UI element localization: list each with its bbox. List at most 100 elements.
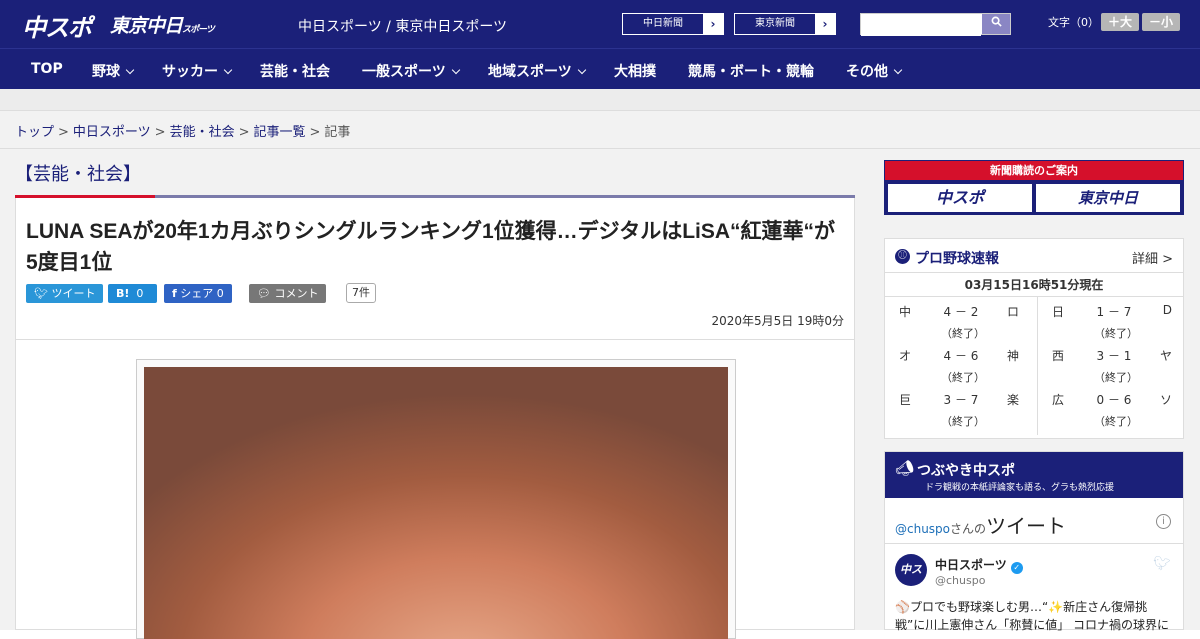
nav-local-sports[interactable]: 地域スポーツ (488, 61, 586, 81)
hatena-icon: B! (116, 287, 130, 300)
tweets-box: 📣︎ つぶやき中スポ ドラ観戦の本紙評論家も語る、グラも熱烈応援 @chuspo… (884, 451, 1184, 632)
home-team: 日 (1052, 305, 1065, 319)
baseball-scores-box: ⚾︎ プロ野球速報 詳細 > 03月15日16時51分現在 中 4 － 2 ロ （終了… (884, 238, 1184, 439)
home-team: オ (899, 349, 912, 363)
game-status: （終了） (1094, 415, 1138, 428)
chevron-down-icon (223, 65, 233, 75)
nav-label: 地域スポーツ (488, 64, 572, 80)
search-box (860, 13, 1011, 36)
comment-button[interactable]: 💬︎ コメント (249, 284, 327, 303)
comment-count[interactable]: 7件 (346, 283, 376, 303)
search-icon[interactable] (982, 14, 1010, 34)
game-score: 3 － 7 (943, 393, 979, 407)
breadcrumb-bar: トップ > 中日スポーツ > 芸能・社会 > 記事一覧 > 記事 (0, 111, 1200, 149)
away-team: ロ (1006, 305, 1019, 319)
nav-label: 競馬・ボート・競輪 (688, 64, 814, 80)
chunichi-shimbun-button[interactable]: 中日新聞 › (622, 13, 724, 35)
home-team: 広 (1052, 393, 1065, 407)
game-row[interactable]: 中 4 － 2 ロ （終了） (885, 297, 1035, 341)
subscribe-tokyo-button[interactable]: 東京中日 (1036, 184, 1180, 212)
font-smaller-button[interactable]: －小 (1142, 13, 1180, 31)
nav-top[interactable]: TOP (31, 61, 63, 77)
breadcrumb-entertainment[interactable]: 芸能・社会 (170, 125, 235, 140)
nav-soccer[interactable]: サッカー (162, 61, 233, 81)
chuspo-logo[interactable]: 中スポ (22, 8, 92, 43)
font-larger-button[interactable]: ＋大 (1101, 13, 1139, 31)
megaphone-icon: 📣︎ (895, 459, 915, 477)
tokyo-chunichi-logo[interactable]: 東京中日スポーツ (110, 11, 215, 38)
baseball-icon: ⚾︎ (895, 249, 910, 264)
font-size-label: 文字（0） (1048, 16, 1099, 29)
game-status: （終了） (1094, 371, 1138, 384)
timeline-handle[interactable]: @chuspo (895, 522, 950, 536)
tweet-label: ツイート (51, 287, 96, 300)
game-score: 4 － 2 (943, 305, 979, 319)
article-title: LUNA SEAが20年1カ月ぶりシングルランキング1位獲得…デジタルはLiSA… (26, 220, 836, 274)
game-row[interactable]: 西 3 － 1 ヤ （終了） (1038, 341, 1188, 385)
away-team: D (1162, 303, 1172, 317)
breadcrumb-current: 記事 (324, 125, 351, 140)
subscribe-chuspo-button[interactable]: 中スポ (888, 184, 1032, 212)
game-row[interactable]: 巨 3 － 7 楽 （終了） (885, 385, 1035, 429)
baseball-more-link[interactable]: 詳細 > (1132, 248, 1173, 267)
tokyo-shimbun-button[interactable]: 東京新聞 › (734, 13, 836, 35)
chevron-right-icon: › (815, 14, 835, 34)
divider (885, 543, 1183, 544)
search-input[interactable] (861, 16, 981, 36)
subscription-banner[interactable]: 新聞購読のご案内 中スポ 東京中日 (884, 160, 1184, 215)
game-row[interactable]: 日 1 － 7 D （終了） (1038, 297, 1188, 341)
breadcrumb-article-list[interactable]: 記事一覧 (254, 125, 306, 140)
chunichi-shimbun-label: 中日新聞 (643, 18, 683, 29)
avatar[interactable]: 中スポ (895, 554, 927, 608)
tweets-subtitle: ドラ観戦の本紙評論家も語る、グラも熱烈応援 (925, 483, 1115, 493)
twitter-bird-icon[interactable]: 🐦︎ (1153, 556, 1171, 572)
nav-general-sports[interactable]: 一般スポーツ (362, 61, 460, 81)
twitter-icon: 🐦︎ (34, 287, 48, 300)
nav-entertainment[interactable]: 芸能・社会 (260, 61, 330, 81)
home-team: 中 (899, 305, 912, 319)
hatena-button[interactable]: B! 0 (108, 284, 157, 303)
nav-label: サッカー (162, 64, 218, 80)
game-row[interactable]: 広 0 － 6 ソ （終了） (1038, 385, 1188, 429)
tweet-author-handle[interactable]: @chuspo (935, 574, 985, 587)
game-score: 0 － 6 (1096, 393, 1132, 407)
top-header: 中スポ 東京中日スポーツ 中日スポーツ / 東京中日スポーツ 中日新聞 › 東京… (0, 0, 1200, 48)
game-row[interactable]: オ 4 － 6 神 （終了） (885, 341, 1035, 385)
main-nav: TOP 野球 サッカー 芸能・社会 一般スポーツ 地域スポーツ 大相撲 競馬・ボ… (0, 48, 1200, 89)
nav-label: その他 (846, 64, 888, 80)
timeline-handle-suffix: さんの (950, 522, 987, 536)
breadcrumb-chunichi-sports[interactable]: 中日スポーツ (73, 125, 151, 140)
nav-other[interactable]: その他 (846, 61, 903, 81)
info-icon[interactable]: i (1156, 514, 1171, 529)
nav-label: 大相撲 (614, 64, 656, 80)
breadcrumb: トップ > 中日スポーツ > 芸能・社会 > 記事一覧 > 記事 (15, 125, 351, 140)
facebook-share-button[interactable]: f シェア 0 (164, 284, 232, 303)
tokyo-logo-sub: スポーツ (182, 25, 215, 35)
nav-sumo[interactable]: 大相撲 (614, 61, 656, 81)
divider (16, 339, 854, 340)
tweets-header: 📣︎ つぶやき中スポ ドラ観戦の本紙評論家も語る、グラも熱烈応援 (885, 452, 1183, 498)
game-status: （終了） (1094, 327, 1138, 340)
chevron-down-icon (577, 65, 586, 75)
nav-keiba[interactable]: 競馬・ボート・競輪 (688, 61, 814, 81)
nav-label: 芸能・社会 (260, 64, 330, 80)
baseball-header: ⚾︎ プロ野球速報 詳細 > (885, 239, 1183, 273)
facebook-icon: f (172, 287, 177, 300)
chevron-down-icon (451, 65, 460, 75)
tweet-button[interactable]: 🐦︎ ツイート (26, 284, 104, 303)
photo-image (144, 367, 728, 639)
article-date: 2020年5月5日 19時0分 (711, 314, 844, 328)
facebook-label: シェア 0 (180, 287, 224, 300)
nav-label: 一般スポーツ (362, 64, 446, 80)
tweet-author[interactable]: 中日スポーツ ✓ (935, 556, 1023, 574)
breadcrumb-top[interactable]: トップ (15, 125, 54, 140)
nav-label: TOP (31, 61, 63, 77)
game-score: 3 － 1 (1096, 349, 1132, 363)
article-photo (136, 359, 736, 639)
timeline-heading: @chuspoさんのツイート (895, 510, 1066, 539)
scores-timestamp: 03月15日16時51分現在 (885, 273, 1183, 297)
article-card: LUNA SEAが20年1カ月ぶりシングルランキング1位獲得…デジタルはLiSA… (15, 198, 855, 639)
away-team: 楽 (1006, 393, 1019, 407)
site-names: 中日スポーツ / 東京中日スポーツ (298, 19, 508, 35)
nav-baseball[interactable]: 野球 (92, 61, 135, 81)
